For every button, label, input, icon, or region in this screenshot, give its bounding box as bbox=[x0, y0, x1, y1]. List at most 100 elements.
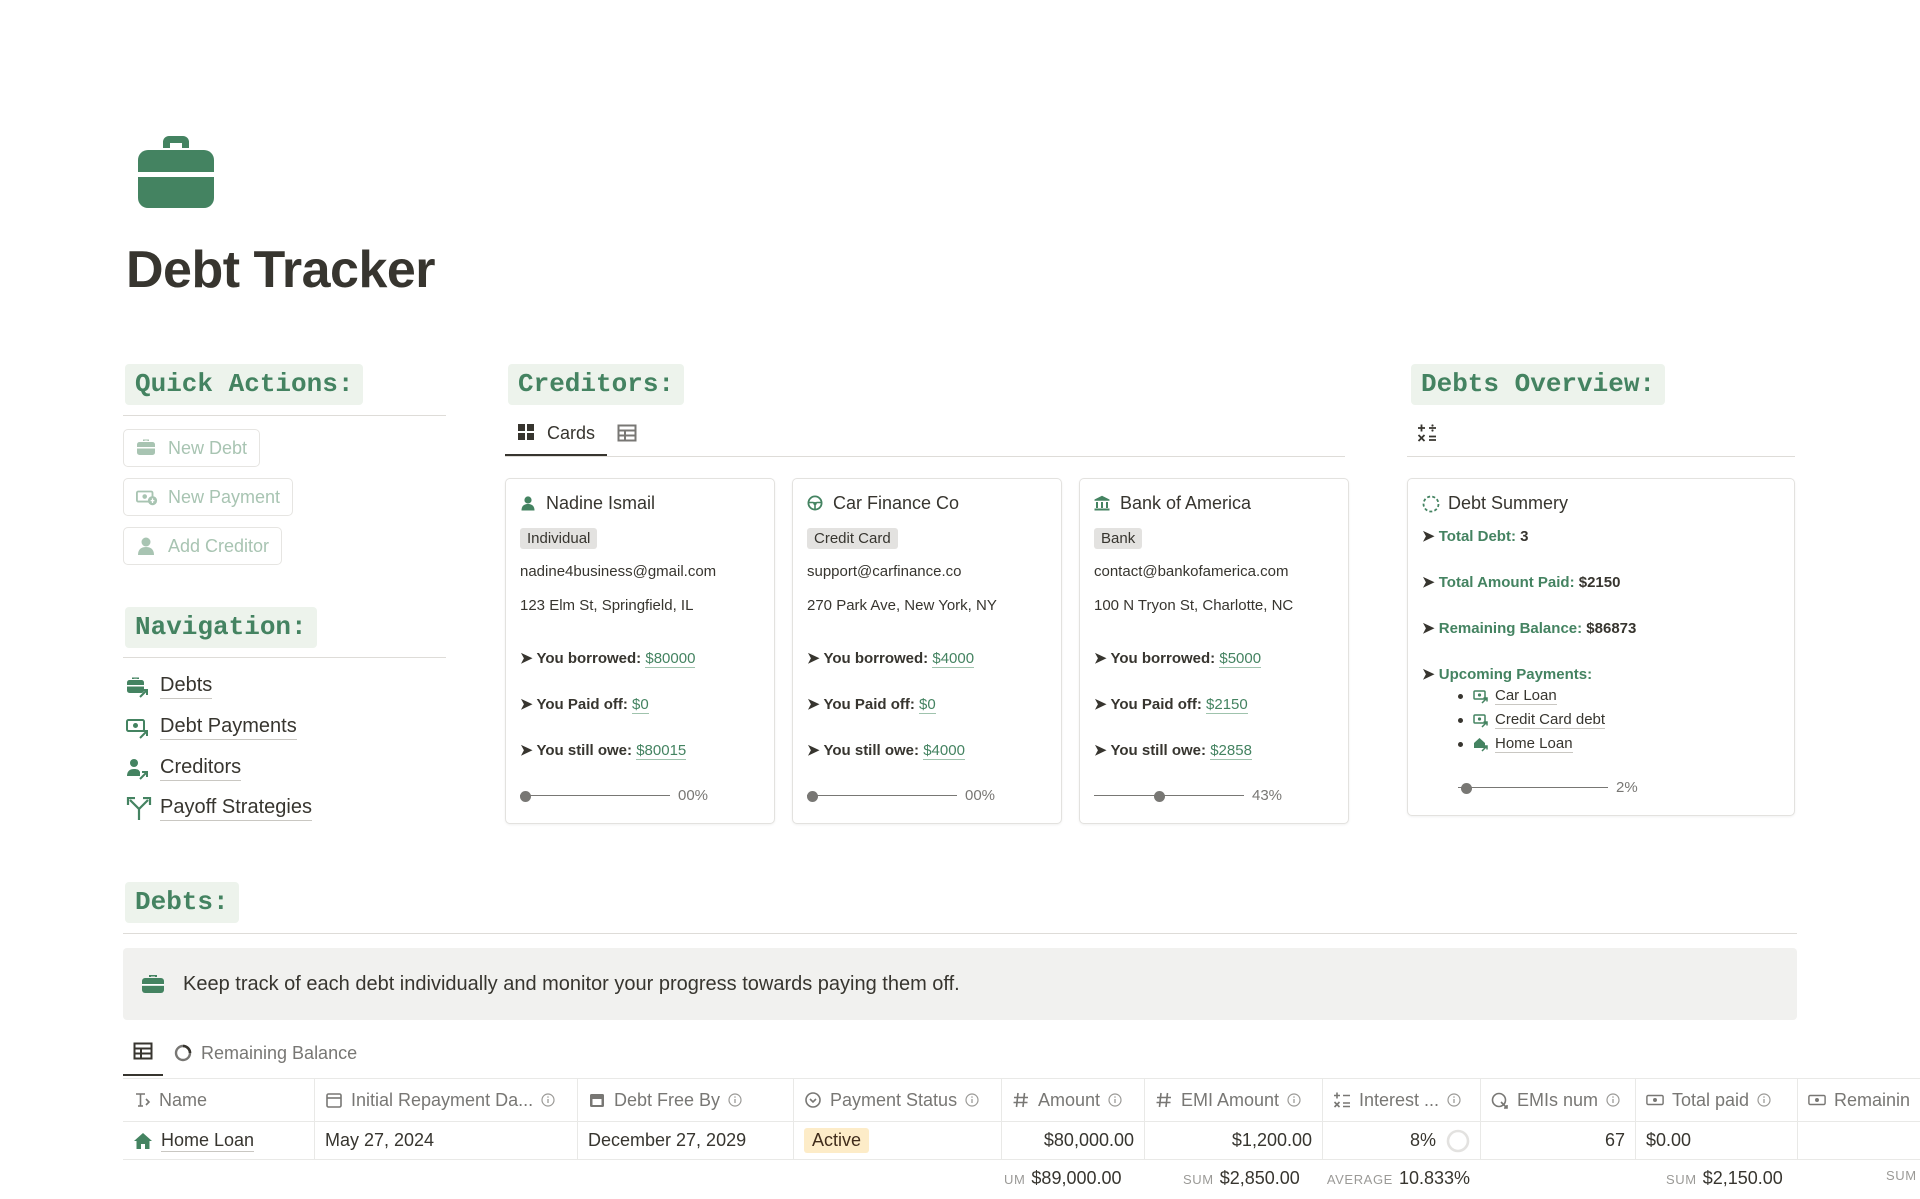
info-icon[interactable] bbox=[1287, 1093, 1301, 1107]
creditor-address: 270 Park Ave, New York, NY bbox=[807, 597, 997, 614]
owe-stat: ➤ You still owe: $4000 bbox=[807, 741, 965, 760]
money-link-icon bbox=[1473, 688, 1489, 704]
column-header-emi-amount[interactable]: EMI Amount bbox=[1144, 1079, 1322, 1121]
column-header-debt-free-by[interactable]: Debt Free By bbox=[577, 1079, 793, 1121]
bank-icon bbox=[1094, 495, 1112, 513]
upcoming-item[interactable]: Credit Card debt bbox=[1458, 711, 1606, 729]
paid-value[interactable]: $0 bbox=[632, 696, 649, 714]
progress-knob bbox=[520, 790, 531, 802]
cell-emis-num[interactable]: 67 bbox=[1480, 1122, 1635, 1159]
calendar-icon bbox=[325, 1091, 343, 1109]
debt-name[interactable]: Home Loan bbox=[161, 1130, 255, 1152]
tab-cards[interactable]: Cards bbox=[505, 412, 608, 456]
house-icon bbox=[133, 1132, 153, 1150]
borrowed-value[interactable]: $80000 bbox=[645, 650, 696, 668]
total-paid-sum[interactable]: SUM $2,150.00 bbox=[1666, 1168, 1783, 1189]
debt-summary-card[interactable]: Debt Summery ➤ Total Debt: 3 ➤ Total Amo… bbox=[1407, 478, 1795, 816]
payoff-progress: 00% bbox=[520, 787, 708, 804]
tab-formula-view[interactable] bbox=[1417, 412, 1437, 454]
formula-icon bbox=[1333, 1091, 1351, 1109]
tab-table[interactable] bbox=[123, 1030, 163, 1076]
cell-remaining[interactable] bbox=[1797, 1122, 1920, 1159]
column-header-total-paid[interactable]: Total paid bbox=[1635, 1079, 1797, 1121]
upcoming-row: ➤ Upcoming Payments: bbox=[1422, 666, 1593, 683]
table-row[interactable]: Home Loan May 27, 2024 December 27, 2029… bbox=[123, 1122, 1920, 1160]
new-payment-button[interactable]: New Payment bbox=[123, 478, 294, 516]
column-header-label: Remainin bbox=[1834, 1089, 1911, 1110]
creditor-card[interactable]: Car Finance Co Credit Card support@carfi… bbox=[792, 478, 1062, 824]
add-creditor-button[interactable]: Add Creditor bbox=[123, 527, 283, 565]
column-header-emis-num[interactable]: EMIs num bbox=[1480, 1079, 1635, 1121]
number-icon bbox=[1155, 1091, 1173, 1109]
new-debt-button[interactable]: New Debt bbox=[123, 429, 261, 467]
interest-average[interactable]: AVERAGE 10.833% bbox=[1322, 1168, 1470, 1189]
column-header-label: EMIs num bbox=[1517, 1089, 1599, 1110]
info-icon[interactable] bbox=[1108, 1093, 1122, 1107]
progress-track bbox=[807, 790, 957, 802]
remaining-row: ➤ Remaining Balance: $86873 bbox=[1422, 620, 1637, 637]
progress-label: 00% bbox=[678, 787, 709, 804]
total-debt-value: 3 bbox=[1520, 528, 1529, 545]
nav-link-label: Payoff Strategies bbox=[160, 796, 312, 821]
nav-link-debt-payments[interactable]: Debt Payments bbox=[126, 715, 297, 740]
briefcase-icon bbox=[136, 134, 216, 210]
tab-table[interactable] bbox=[607, 413, 647, 455]
paid-value[interactable]: $0 bbox=[919, 696, 936, 714]
divider bbox=[123, 933, 1797, 934]
upcoming-item[interactable]: Home Loan bbox=[1458, 735, 1573, 753]
nav-link-payoff-strategies[interactable]: Payoff Strategies bbox=[126, 796, 312, 821]
progress-knob bbox=[807, 790, 818, 802]
owe-value[interactable]: $4000 bbox=[923, 742, 965, 760]
nav-link-creditors[interactable]: Creditors bbox=[126, 756, 242, 781]
amount-sum[interactable]: UM $89,000.00 bbox=[1004, 1168, 1122, 1189]
paid-stat: ➤ You Paid off: $0 bbox=[520, 695, 649, 714]
cell-name[interactable]: Home Loan bbox=[123, 1122, 314, 1159]
creditor-card[interactable]: Nadine Ismail Individual nadine4business… bbox=[505, 478, 775, 824]
creditor-card-title: Nadine Ismail bbox=[520, 493, 655, 514]
owe-value[interactable]: $80015 bbox=[636, 742, 687, 760]
calc-value: 10.833% bbox=[1398, 1168, 1470, 1188]
borrowed-value[interactable]: $5000 bbox=[1219, 650, 1262, 668]
upcoming-item-label: Credit Card debt bbox=[1495, 711, 1606, 729]
paid-value[interactable]: $2150 bbox=[1206, 696, 1248, 714]
number-icon bbox=[1012, 1091, 1030, 1109]
column-header-label: Payment Status bbox=[830, 1089, 958, 1110]
column-header-interest[interactable]: Interest ... bbox=[1322, 1079, 1480, 1121]
gallery-icon bbox=[517, 423, 537, 443]
page-title: Debt Tracker bbox=[126, 241, 436, 299]
owe-value[interactable]: $2858 bbox=[1210, 742, 1252, 760]
remaining-label: Remaining Balance: bbox=[1438, 620, 1583, 637]
emi-sum[interactable]: SUM $2,850.00 bbox=[1183, 1168, 1300, 1189]
column-header-payment-status[interactable]: Payment Status bbox=[793, 1079, 1001, 1121]
info-icon[interactable] bbox=[965, 1093, 979, 1107]
upcoming-item[interactable]: Car Loan bbox=[1458, 687, 1557, 705]
column-header-initial-repayment[interactable]: Initial Repayment Da... bbox=[314, 1079, 577, 1121]
info-icon[interactable] bbox=[1757, 1093, 1771, 1107]
column-header-amount[interactable]: Amount bbox=[1001, 1079, 1144, 1121]
cell-amount[interactable]: $80,000.00 bbox=[1001, 1122, 1144, 1159]
cell-interest[interactable]: 8% bbox=[1322, 1122, 1480, 1159]
remaining-value: $86873 bbox=[1586, 620, 1637, 637]
info-icon[interactable] bbox=[541, 1093, 555, 1107]
money-icon bbox=[1646, 1091, 1664, 1109]
info-icon[interactable] bbox=[1447, 1093, 1461, 1107]
debts-heading: Debts: bbox=[125, 882, 239, 923]
progress-track bbox=[1094, 790, 1244, 802]
nav-link-debts[interactable]: Debts bbox=[126, 674, 213, 699]
cell-total-paid[interactable]: $0.00 bbox=[1635, 1122, 1797, 1159]
column-header-name[interactable]: Name bbox=[123, 1079, 314, 1121]
creditor-card-title: Car Finance Co bbox=[807, 493, 959, 514]
cell-initial-repayment[interactable]: May 27, 2024 bbox=[314, 1122, 577, 1159]
creditor-card[interactable]: Bank of America Bank contact@bankofameri… bbox=[1079, 478, 1349, 824]
cell-emi-amount[interactable]: $1,200.00 bbox=[1144, 1122, 1322, 1159]
info-icon[interactable] bbox=[1606, 1093, 1620, 1107]
upcoming-label: Upcoming Payments: bbox=[1438, 666, 1593, 683]
info-icon[interactable] bbox=[728, 1093, 742, 1107]
cell-debt-free-by[interactable]: December 27, 2029 bbox=[577, 1122, 793, 1159]
remaining-sum[interactable]: SUM bbox=[1886, 1168, 1920, 1183]
tab-remaining-balance[interactable]: Remaining Balance bbox=[163, 1030, 367, 1076]
borrowed-value[interactable]: $4000 bbox=[932, 650, 975, 668]
column-header-remaining[interactable]: Remainin bbox=[1797, 1079, 1920, 1121]
creditor-name: Car Finance Co bbox=[833, 493, 960, 513]
cell-payment-status[interactable]: Active bbox=[793, 1122, 1001, 1159]
